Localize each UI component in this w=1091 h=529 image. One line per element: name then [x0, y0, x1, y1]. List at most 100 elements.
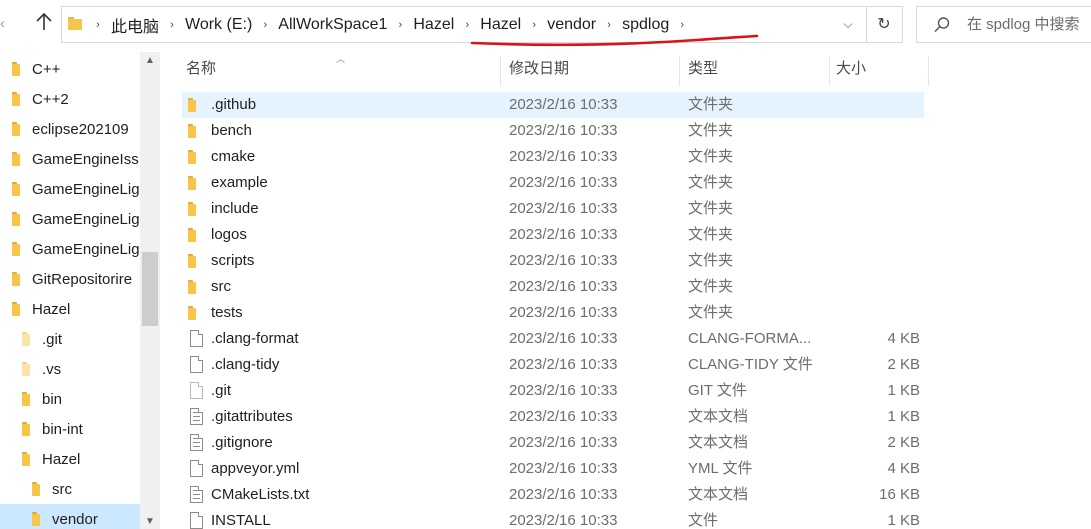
folder-icon	[22, 452, 30, 466]
file-size: 16 KB	[879, 486, 920, 503]
scroll-up-icon[interactable]: ▲	[140, 55, 160, 66]
file-row[interactable]: CMakeLists.txt 2023/2/16 10:33 文本文档 16 K…	[182, 482, 924, 508]
column-divider[interactable]	[679, 56, 680, 86]
breadcrumb-item[interactable]: Hazel	[477, 16, 524, 34]
file-row[interactable]: example 2023/2/16 10:33 文件夹	[182, 170, 924, 196]
file-row[interactable]: .gitignore 2023/2/16 10:33 文本文档 2 KB	[182, 430, 924, 456]
breadcrumb-item[interactable]: vendor	[544, 16, 599, 34]
nav-item[interactable]: Hazel	[0, 294, 140, 324]
file-type: 文件夹	[688, 226, 734, 243]
nav-item[interactable]: GameEngineLig	[0, 234, 140, 264]
nav-item-label: Hazel	[42, 450, 81, 468]
nav-item[interactable]: Hazel	[0, 444, 140, 474]
nav-item[interactable]: GitRepositorire	[0, 264, 140, 294]
file-row[interactable]: .clang-format 2023/2/16 10:33 CLANG-FORM…	[182, 326, 924, 352]
nav-item[interactable]: GameEngineLig	[0, 204, 140, 234]
chevron-right-icon[interactable]: ›	[255, 19, 275, 31]
nav-item[interactable]: src	[0, 474, 140, 504]
file-row[interactable]: INSTALL 2023/2/16 10:33 文件 1 KB	[182, 508, 924, 529]
file-row[interactable]: .clang-tidy 2023/2/16 10:33 CLANG-TIDY 文…	[182, 352, 924, 378]
file-size: 2 KB	[887, 434, 920, 451]
file-size: 4 KB	[887, 330, 920, 347]
breadcrumb-item-current[interactable]: spdlog	[619, 16, 672, 34]
file-row[interactable]: cmake 2023/2/16 10:33 文件夹	[182, 144, 924, 170]
file-row[interactable]: include 2023/2/16 10:33 文件夹	[182, 196, 924, 222]
folder-icon	[22, 362, 30, 376]
file-size: 1 KB	[887, 512, 920, 529]
search-input[interactable]: 在 spdlog 中搜索	[967, 7, 1080, 42]
file-list: ︿ 名称 修改日期 类型 大小 .github 2023/2/16 10:33 …	[160, 52, 1091, 529]
file-row[interactable]: scripts 2023/2/16 10:33 文件夹	[182, 248, 924, 274]
chevron-right-icon[interactable]: ›	[88, 19, 108, 31]
breadcrumb-item[interactable]: Hazel	[410, 16, 457, 34]
red-underline-annotation	[470, 34, 759, 46]
scroll-thumb[interactable]	[142, 252, 158, 326]
chevron-down-icon[interactable]: ⌵	[840, 15, 856, 33]
nav-item[interactable]: bin-int	[0, 414, 140, 444]
nav-item-label: .git	[42, 330, 63, 348]
column-divider[interactable]	[829, 56, 830, 86]
folder-icon	[32, 482, 40, 496]
nav-item[interactable]: .git	[0, 324, 140, 354]
refresh-icon[interactable]: ↻	[866, 6, 903, 43]
column-header-size[interactable]: 大小	[836, 52, 866, 86]
file-name: CMakeLists.txt	[211, 486, 310, 503]
file-row[interactable]: bench 2023/2/16 10:33 文件夹	[182, 118, 924, 144]
chevron-right-icon[interactable]: ›	[599, 19, 619, 31]
file-name: scripts	[211, 252, 255, 269]
nav-item[interactable]: eclipse202109	[0, 114, 140, 144]
folder-icon	[188, 176, 196, 190]
chevron-right-icon[interactable]: ›	[672, 19, 692, 31]
file-name: example	[211, 174, 268, 191]
column-header-type[interactable]: 类型	[688, 52, 718, 86]
nav-item[interactable]: C++2	[0, 84, 140, 114]
up-arrow-icon[interactable]	[32, 12, 56, 36]
folder-icon	[188, 202, 196, 216]
file-icon	[190, 460, 203, 477]
file-row[interactable]: logos 2023/2/16 10:33 文件夹	[182, 222, 924, 248]
column-divider[interactable]	[928, 56, 929, 86]
file-date: 2023/2/16 10:33	[509, 330, 618, 347]
nav-item[interactable]: GameEngineIss	[0, 144, 140, 174]
file-name: tests	[211, 304, 243, 321]
column-header-date[interactable]: 修改日期	[509, 52, 569, 86]
file-size: 2 KB	[887, 356, 920, 373]
file-type: 文件夹	[688, 174, 734, 191]
chevron-right-icon[interactable]: ›	[457, 19, 477, 31]
breadcrumb-item[interactable]: AllWorkSpace1	[275, 16, 390, 34]
scroll-down-icon[interactable]: ▼	[140, 516, 160, 527]
file-row[interactable]: appveyor.yml 2023/2/16 10:33 YML 文件 4 KB	[182, 456, 924, 482]
nav-item[interactable]: .vs	[0, 354, 140, 384]
folder-icon	[12, 92, 20, 106]
nav-item[interactable]: bin	[0, 384, 140, 414]
back-arrow-icon[interactable]: ‹	[0, 12, 14, 36]
file-icon	[190, 382, 203, 399]
nav-scrollbar[interactable]: ▲ ▼	[140, 52, 160, 529]
file-type: CLANG-FORMA...	[688, 330, 812, 347]
file-row[interactable]: .github 2023/2/16 10:33 文件夹	[182, 92, 924, 118]
file-row[interactable]: src 2023/2/16 10:33 文件夹	[182, 274, 924, 300]
nav-item[interactable]: GameEngineLig	[0, 174, 140, 204]
file-row[interactable]: .gitattributes 2023/2/16 10:33 文本文档 1 KB	[182, 404, 924, 430]
nav-item[interactable]: C++	[0, 54, 140, 84]
column-header-name[interactable]: 名称	[186, 52, 216, 86]
folder-icon	[32, 512, 40, 526]
file-type: YML 文件	[688, 460, 753, 477]
breadcrumb-item[interactable]: 此电脑	[108, 13, 162, 37]
chevron-right-icon[interactable]: ›	[162, 19, 182, 31]
file-type: 文件夹	[688, 304, 734, 321]
file-row[interactable]: .git 2023/2/16 10:33 GIT 文件 1 KB	[182, 378, 924, 404]
nav-item-label: C++	[32, 60, 61, 78]
file-row[interactable]: tests 2023/2/16 10:33 文件夹	[182, 300, 924, 326]
column-divider[interactable]	[500, 56, 501, 86]
file-icon	[190, 356, 203, 373]
chevron-right-icon[interactable]: ›	[524, 19, 544, 31]
nav-item-selected[interactable]: vendor	[0, 504, 140, 529]
folder-icon	[22, 332, 30, 346]
search-box[interactable]: 在 spdlog 中搜索	[916, 6, 1091, 43]
address-bar[interactable]: › 此电脑 › Work (E:) › AllWorkSpace1 › Haze…	[61, 6, 867, 46]
chevron-right-icon[interactable]: ›	[390, 19, 410, 31]
file-date: 2023/2/16 10:33	[509, 486, 618, 503]
breadcrumb-item[interactable]: Work (E:)	[182, 16, 255, 34]
folder-icon	[188, 228, 196, 242]
